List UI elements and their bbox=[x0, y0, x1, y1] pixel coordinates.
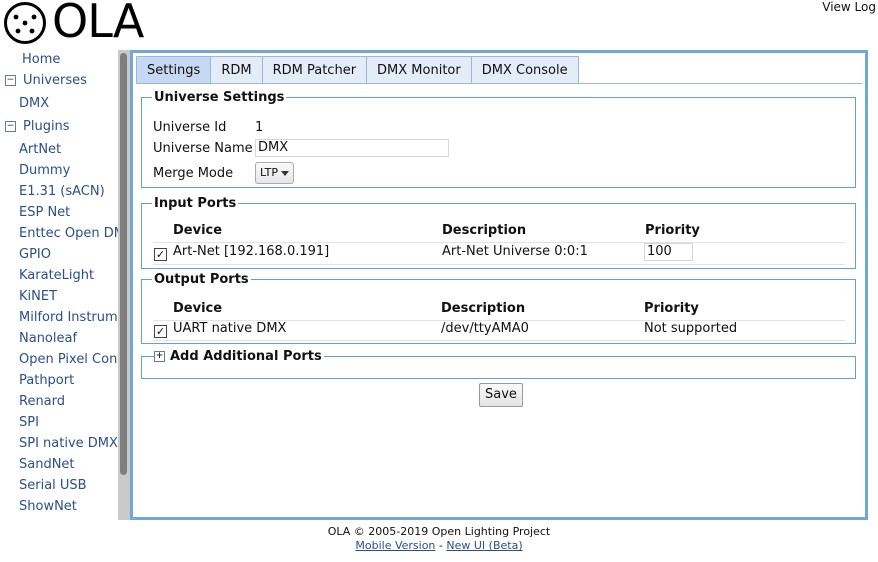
expand-icon[interactable]: + bbox=[154, 351, 165, 362]
input-ports-fieldset: Input Ports Device Description Priority … bbox=[141, 196, 856, 269]
sidebar-section-universes[interactable]: − Universes bbox=[5, 73, 87, 88]
input-header-device: Device bbox=[173, 223, 223, 238]
output-ports-fieldset: Output Ports Device Description Priority… bbox=[141, 272, 856, 344]
mobile-version-link[interactable]: Mobile Version bbox=[355, 539, 435, 552]
sidebar-item-plugin[interactable]: SPI bbox=[19, 415, 39, 430]
row-divider bbox=[153, 340, 845, 341]
sidebar-item-plugin[interactable]: Open Pixel Control bbox=[19, 352, 118, 367]
sidebar-item-plugin[interactable]: SPI native DMX bbox=[19, 436, 118, 451]
tab-rdm[interactable]: RDM bbox=[210, 56, 263, 83]
output-port-priority: Not supported bbox=[644, 321, 738, 336]
tab-settings[interactable]: Settings bbox=[136, 56, 212, 83]
additional-ports-fieldset: + Add Additional Ports bbox=[141, 349, 856, 379]
logo-text: OLA bbox=[52, 0, 144, 48]
universe-panel: Settings RDM RDM Patcher DMX Monitor DMX… bbox=[130, 50, 868, 520]
tab-bar: Settings RDM RDM Patcher DMX Monitor DMX… bbox=[136, 56, 862, 84]
output-port-description: /dev/ttyAMA0 bbox=[441, 321, 529, 336]
universe-id-value: 1 bbox=[255, 120, 264, 135]
merge-mode-value: LTP bbox=[260, 166, 278, 179]
input-ports-legend: Input Ports bbox=[154, 196, 237, 211]
sidebar-item-plugin[interactable]: E1.31 (sACN) bbox=[19, 184, 105, 199]
sidebar-scrollbar-thumb[interactable] bbox=[120, 53, 127, 475]
sidebar-item-home[interactable]: Home bbox=[22, 52, 60, 67]
input-port-description: Art-Net Universe 0:0:1 bbox=[442, 244, 588, 259]
sidebar-item-plugin[interactable]: Enttec Open DMX bbox=[19, 226, 118, 241]
output-header-priority: Priority bbox=[644, 301, 699, 316]
output-header-device: Device bbox=[173, 301, 223, 316]
collapse-icon[interactable]: − bbox=[5, 121, 16, 132]
footer-copyright: OLA © 2005-2019 Open Lighting Project bbox=[327, 525, 551, 538]
tab-rdm-patcher[interactable]: RDM Patcher bbox=[261, 56, 368, 83]
save-button[interactable]: Save bbox=[479, 383, 523, 407]
tab-dmx-monitor[interactable]: DMX Monitor bbox=[366, 56, 472, 83]
header-divider bbox=[153, 242, 845, 243]
input-header-description: Description bbox=[442, 223, 527, 238]
universe-id-label: Universe Id bbox=[153, 120, 227, 135]
footer-separator: - bbox=[438, 539, 443, 552]
merge-mode-select[interactable]: LTP bbox=[255, 162, 294, 184]
sidebar-item-plugin[interactable]: ShowNet bbox=[19, 499, 77, 514]
merge-mode-label: Merge Mode bbox=[153, 166, 234, 181]
universe-name-input[interactable]: DMX bbox=[255, 139, 449, 157]
sidebar-item-plugin[interactable]: Pathport bbox=[19, 373, 74, 388]
sidebar-item-plugin[interactable]: Nanoleaf bbox=[19, 331, 77, 346]
sidebar: Home − Universes DMX − Plugins ArtNet Du… bbox=[0, 50, 118, 520]
footer-links: Mobile Version - New UI (Beta) bbox=[0, 539, 878, 552]
input-header-priority: Priority bbox=[645, 223, 700, 238]
sidebar-section-label: Universes bbox=[23, 73, 87, 88]
collapse-icon[interactable]: − bbox=[5, 75, 16, 86]
sidebar-item-plugin[interactable]: ESP Net bbox=[19, 205, 70, 220]
additional-ports-label: Add Additional Ports bbox=[170, 349, 322, 364]
sidebar-item-plugin[interactable]: KiNET bbox=[19, 289, 57, 304]
tab-dmx-console[interactable]: DMX Console bbox=[470, 56, 579, 83]
output-port-device: UART native DMX bbox=[173, 321, 287, 336]
sidebar-item-plugin[interactable]: GPIO bbox=[19, 247, 51, 262]
sidebar-item-plugin[interactable]: ArtNet bbox=[19, 142, 61, 157]
sidebar-item-plugin[interactable]: Serial USB bbox=[19, 478, 87, 493]
output-ports-legend: Output Ports bbox=[154, 272, 249, 287]
sidebar-section-label: Plugins bbox=[23, 119, 70, 134]
additional-ports-legend[interactable]: + Add Additional Ports bbox=[154, 349, 324, 364]
sidebar-item-plugin[interactable]: SandNet bbox=[19, 457, 75, 472]
sidebar-item-plugin[interactable]: KarateLight bbox=[19, 268, 94, 283]
sidebar-item-universe[interactable]: DMX bbox=[19, 96, 49, 111]
output-port-checkbox[interactable]: ✓ bbox=[154, 325, 167, 338]
input-port-checkbox[interactable]: ✓ bbox=[154, 248, 167, 261]
output-header-description: Description bbox=[441, 301, 526, 316]
sidebar-item-plugin[interactable]: Milford Instruments bbox=[19, 310, 118, 325]
row-divider bbox=[153, 264, 845, 265]
universe-settings-legend: Universe Settings bbox=[154, 90, 285, 105]
dropdown-caret-icon bbox=[280, 170, 289, 176]
sidebar-section-plugins[interactable]: − Plugins bbox=[5, 119, 70, 134]
universe-name-label: Universe Name bbox=[153, 141, 253, 156]
new-ui-link[interactable]: New UI (Beta) bbox=[446, 539, 522, 552]
universe-settings-fieldset: Universe Settings Universe Id 1 Universe… bbox=[141, 90, 856, 188]
sidebar-item-plugin[interactable]: Renard bbox=[19, 394, 65, 409]
view-log-link[interactable]: View Log bbox=[822, 0, 876, 14]
dmx-connector-logo-icon bbox=[4, 2, 46, 44]
input-port-device: Art-Net [192.168.0.191] bbox=[173, 244, 330, 259]
input-port-priority-input[interactable]: 100 bbox=[644, 243, 693, 261]
sidebar-item-plugin[interactable]: Dummy bbox=[19, 163, 70, 178]
